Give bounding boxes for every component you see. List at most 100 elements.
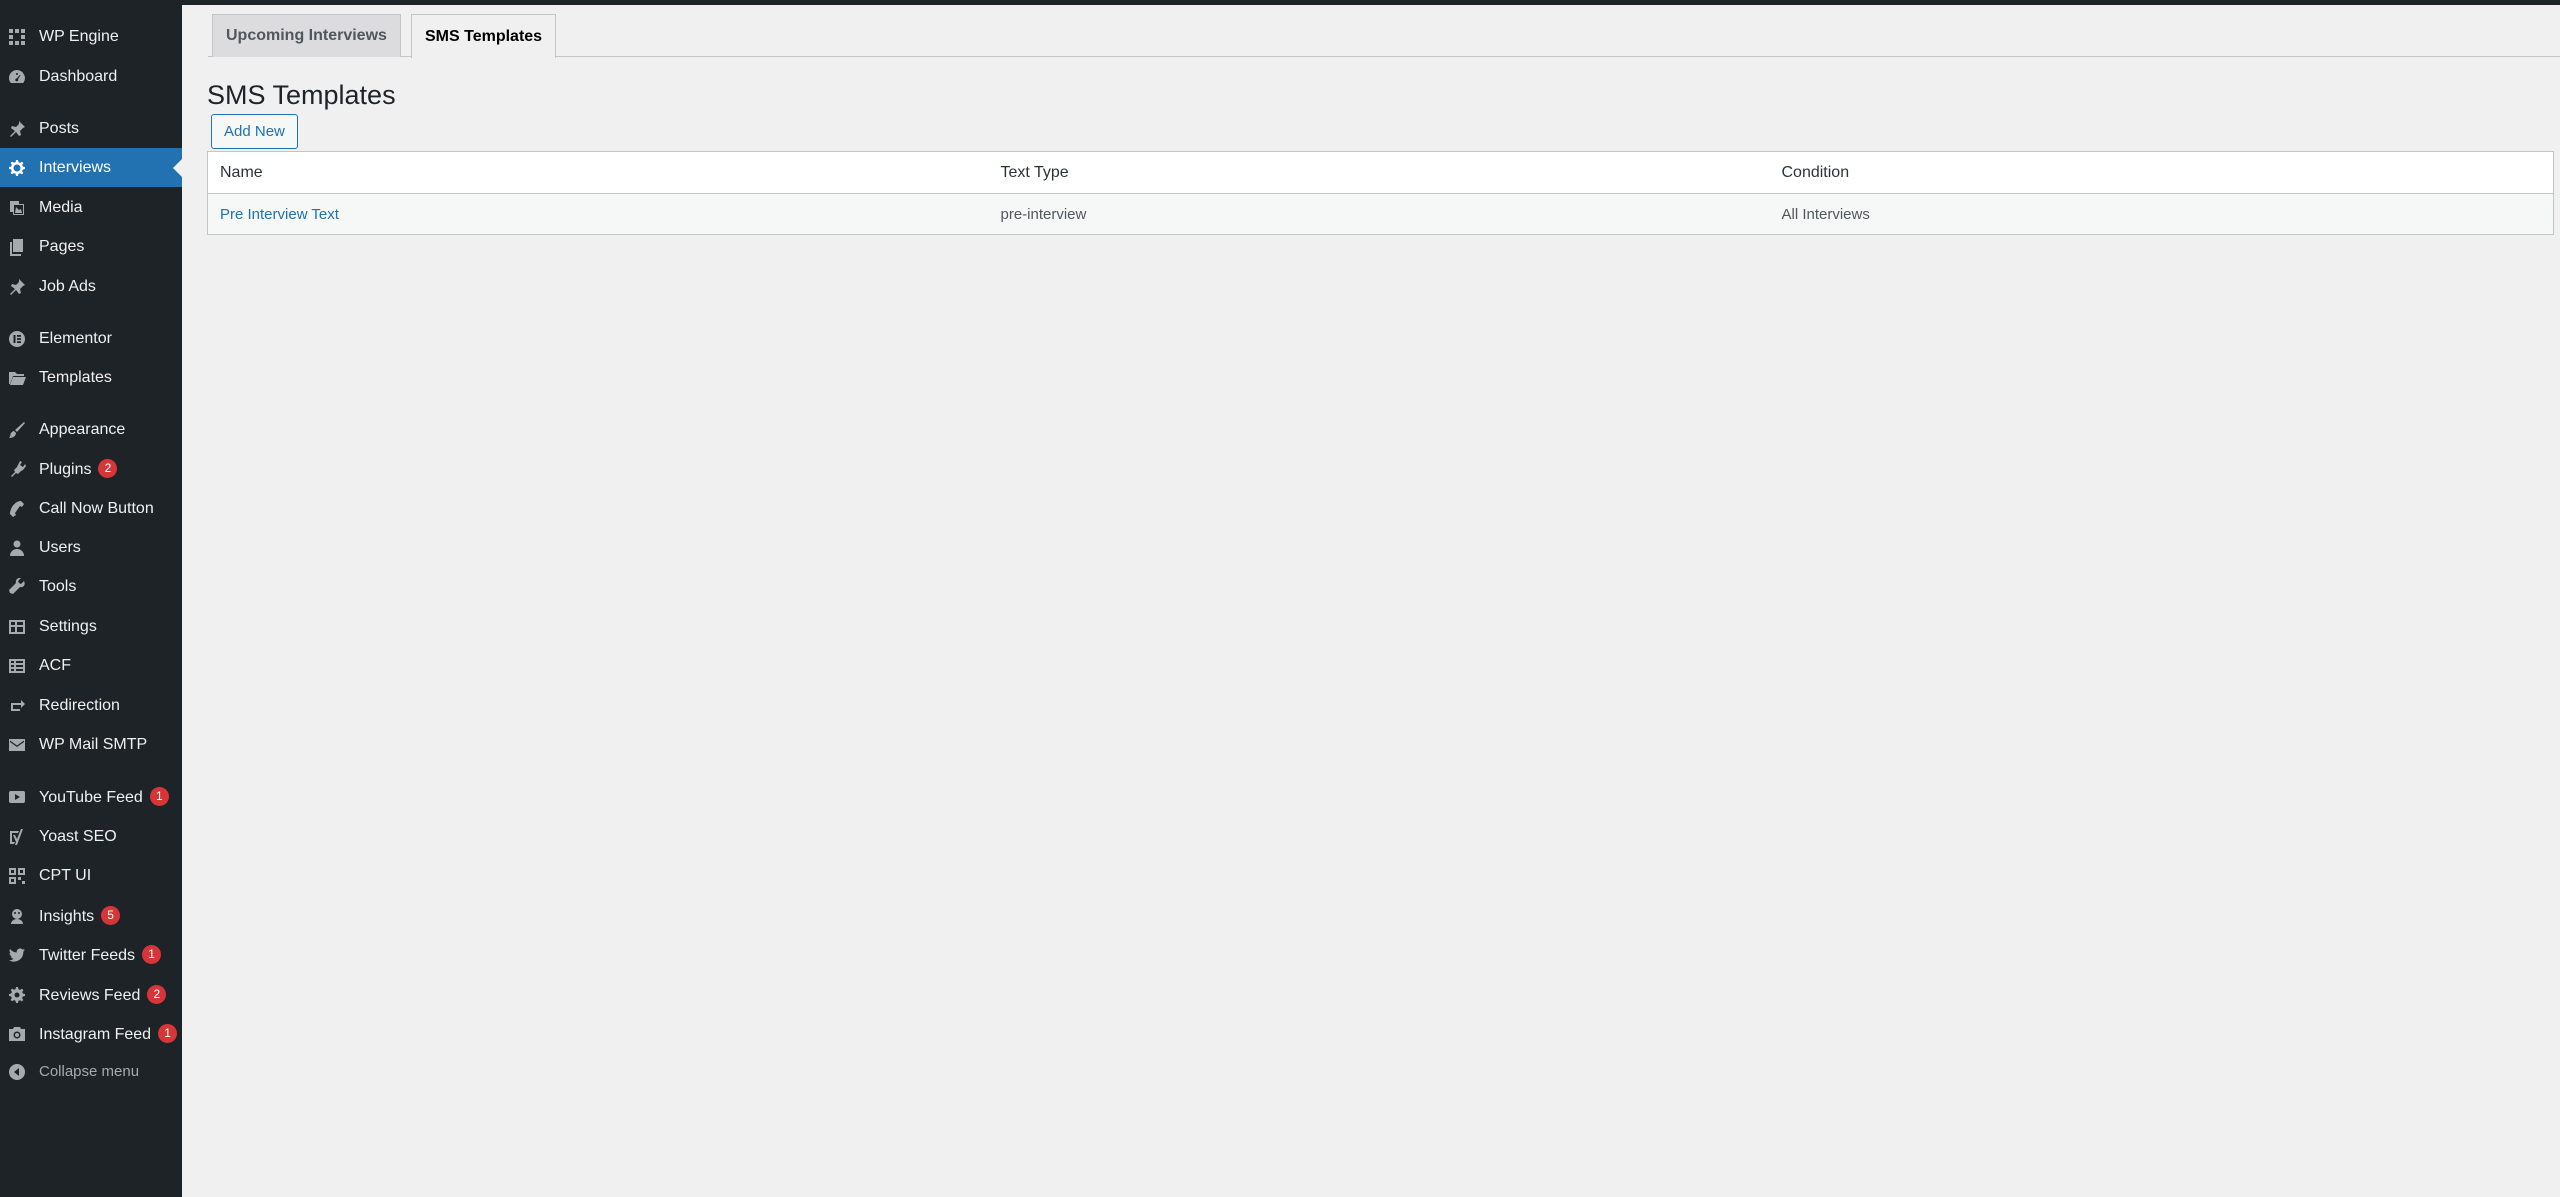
template-name-link[interactable]: Pre Interview Text <box>220 206 339 223</box>
yoast-icon <box>8 828 26 846</box>
sidebar-item-label: Tools <box>39 577 77 595</box>
sidebar-item-label: Instagram Feed <box>39 1025 152 1043</box>
sidebar-item-interviews[interactable]: Interviews <box>0 148 182 187</box>
sidebar-item-acf[interactable]: ACF <box>0 646 182 685</box>
user-icon <box>8 539 26 557</box>
collapse-icon <box>8 1063 26 1081</box>
sidebar-item-label: Redirection <box>39 696 120 714</box>
wrench-icon <box>8 577 26 596</box>
collapse-menu-button[interactable]: Collapse menu <box>0 1052 182 1091</box>
column-header-name[interactable]: Name <box>207 151 989 194</box>
pin-icon <box>8 278 26 296</box>
update-count-badge: 1 <box>149 786 169 806</box>
sidebar-item-elementor[interactable]: Elementor <box>0 319 182 358</box>
sidebar-item-youtube-feed[interactable]: YouTube Feed 1 <box>0 777 182 816</box>
mail-icon <box>8 736 26 754</box>
cell-name: Pre Interview Text <box>207 193 989 235</box>
sidebar-item-media[interactable]: Media <box>0 188 182 227</box>
sidebar-item-label: ACF <box>39 656 71 674</box>
sidebar-item-templates[interactable]: Templates <box>0 358 182 397</box>
sidebar-item-label: Yoast SEO <box>39 827 117 845</box>
update-count-badge: 1 <box>142 944 162 964</box>
admin-sidebar: WP Engine Dashboard Posts Interviews Med… <box>0 0 182 1197</box>
sidebar-item-instagram-feed[interactable]: Instagram Feed 1 <box>0 1014 182 1053</box>
tab-sms-templates[interactable]: SMS Templates <box>411 14 557 58</box>
add-new-button[interactable]: Add New <box>211 114 298 149</box>
tabs-divider <box>208 56 2560 57</box>
grid-icon <box>8 657 26 675</box>
sidebar-item-label: Users <box>39 538 81 556</box>
sidebar-item-label: Elementor <box>39 329 112 347</box>
sidebar-item-label: WP Engine <box>39 27 119 45</box>
redirect-icon <box>8 697 26 715</box>
sidebar-item-reviews-feed[interactable]: Reviews Feed 2 <box>0 975 182 1014</box>
sidebar-item-job-ads[interactable]: Job Ads <box>0 267 182 306</box>
sidebar-item-cpt-ui[interactable]: CPT UI <box>0 856 182 895</box>
sidebar-item-label: Pages <box>39 237 85 255</box>
sidebar-item-settings[interactable]: Settings <box>0 607 182 646</box>
sidebar-item-plugins[interactable]: Plugins 2 <box>0 449 182 488</box>
cell-condition: All Interviews <box>1769 193 2554 235</box>
update-count-badge: 2 <box>98 458 118 478</box>
sidebar-item-label: Plugins <box>39 460 92 478</box>
sidebar-item-label: Media <box>39 198 83 216</box>
sidebar-item-wp-engine[interactable]: WP Engine <box>0 17 182 56</box>
twitter-icon <box>8 946 26 964</box>
cell-text-type: pre-interview <box>988 193 1770 235</box>
sidebar-item-twitter-feeds[interactable]: Twitter Feeds 1 <box>0 935 182 974</box>
sidebar-item-label: YouTube Feed <box>39 788 143 806</box>
sidebar-item-dashboard[interactable]: Dashboard <box>0 57 182 96</box>
insights-icon <box>8 907 26 925</box>
sidebar-item-label: WP Mail SMTP <box>39 735 148 753</box>
sidebar-item-label: Appearance <box>39 420 126 438</box>
plugin-icon <box>8 460 26 478</box>
sidebar-item-pages[interactable]: Pages <box>0 227 182 266</box>
sidebar-item-label: Job Ads <box>39 277 96 295</box>
column-header-text-type[interactable]: Text Type <box>988 151 1770 194</box>
media-icon <box>8 199 26 217</box>
sidebar-item-label: Twitter Feeds <box>39 946 136 964</box>
sidebar-item-wp-mail-smtp[interactable]: WP Mail SMTP <box>0 725 182 764</box>
sidebar-item-posts[interactable]: Posts <box>0 109 182 148</box>
folder-icon <box>8 369 26 387</box>
sidebar-item-label: Posts <box>39 119 80 137</box>
update-count-badge: 2 <box>147 984 167 1004</box>
sidebar-item-users[interactable]: Users <box>0 528 182 567</box>
sidebar-item-tools[interactable]: Tools <box>0 567 182 606</box>
pages-icon <box>8 238 26 256</box>
tab-upcoming-interviews[interactable]: Upcoming Interviews <box>212 14 401 57</box>
collapse-menu-label: Collapse menu <box>39 1063 140 1080</box>
pin-icon <box>8 120 26 138</box>
main-content: Upcoming Interviews SMS Templates SMS Te… <box>182 5 2560 1197</box>
page-title: SMS Templates <box>207 80 396 110</box>
phone-icon <box>8 500 26 518</box>
wpengine-icon <box>8 28 26 46</box>
update-count-badge: 1 <box>158 1023 178 1043</box>
settings-icon <box>8 618 26 636</box>
elementor-icon <box>8 330 26 348</box>
sidebar-item-label: Dashboard <box>39 67 118 85</box>
sidebar-item-call-now-button[interactable]: Call Now Button <box>0 489 182 528</box>
sidebar-item-label: Templates <box>39 368 112 386</box>
sidebar-item-label: Interviews <box>39 158 112 176</box>
dashboard-icon <box>8 68 26 86</box>
column-header-condition[interactable]: Condition <box>1769 151 2554 194</box>
sidebar-item-label: CPT UI <box>39 866 92 884</box>
youtube-icon <box>8 788 26 806</box>
sidebar-item-redirection[interactable]: Redirection <box>0 686 182 725</box>
reviews-icon <box>8 986 26 1004</box>
sidebar-item-label: Settings <box>39 617 97 635</box>
sidebar-item-insights[interactable]: Insights 5 <box>0 896 182 935</box>
update-count-badge: 5 <box>101 905 121 925</box>
sidebar-item-label: Insights <box>39 907 95 925</box>
brush-icon <box>8 421 26 439</box>
sidebar-item-label: Call Now Button <box>39 499 154 517</box>
sms-templates-table: Name Text Type Condition Pre Interview T… <box>207 151 2554 235</box>
camera-icon <box>8 1025 26 1043</box>
cpt-icon <box>8 867 26 885</box>
gear-icon <box>8 159 26 177</box>
sidebar-item-yoast-seo[interactable]: Yoast SEO <box>0 817 182 856</box>
table-header-row: Name Text Type Condition <box>207 151 2554 194</box>
sidebar-item-label: Reviews Feed <box>39 986 141 1004</box>
sidebar-item-appearance[interactable]: Appearance <box>0 410 182 449</box>
